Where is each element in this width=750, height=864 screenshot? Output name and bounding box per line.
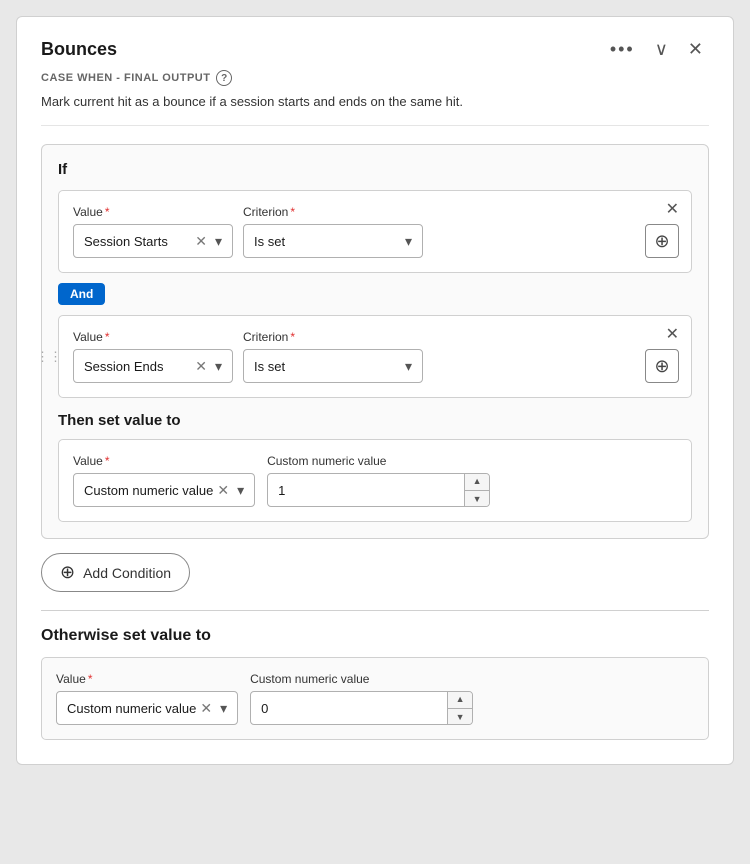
otherwise-row: Value* Custom numeric value ✕ ▾ Custom n… [41, 657, 709, 740]
panel-header: Bounces ••• ∨ ✕ [41, 37, 709, 62]
then-numeric-group: Custom numeric value ▲ ▼ [267, 454, 490, 507]
dots-icon: ••• [610, 39, 635, 60]
value-label-2: Value* [73, 330, 233, 344]
collapse-button[interactable]: ∨ [649, 37, 674, 62]
header-actions: ••• ∨ ✕ [604, 37, 709, 62]
then-numeric-wrapper: ▲ ▼ [267, 473, 490, 507]
then-value-group: Value* Custom numeric value ✕ ▾ [73, 454, 255, 507]
add-condition-button[interactable]: ⊕ Add Condition [41, 553, 190, 592]
close-icon: ✕ [666, 201, 679, 218]
condition-1-value-select[interactable]: Session Starts ✕ ▾ [73, 224, 233, 258]
if-label: If [58, 161, 692, 178]
close-icon: ✕ [688, 39, 703, 60]
panel-description: Mark current hit as a bounce if a sessio… [41, 94, 709, 126]
bounces-panel: Bounces ••• ∨ ✕ CASE WHEN - FINAL OUTPUT… [16, 16, 734, 765]
otherwise-fields: Value* Custom numeric value ✕ ▾ Custom n… [56, 672, 694, 725]
add-condition-plus-icon: ⊕ [60, 562, 75, 583]
otherwise-numeric-wrapper: ▲ ▼ [250, 691, 473, 725]
condition-1-criterion-arrow[interactable]: ▾ [401, 233, 416, 250]
otherwise-numeric-down[interactable]: ▼ [448, 709, 472, 726]
otherwise-label: Otherwise set value to [41, 627, 709, 645]
condition-2-criterion-select[interactable]: Is set ▾ [243, 349, 423, 383]
case-when-label: CASE WHEN - FINAL OUTPUT ? [41, 70, 709, 86]
condition-block: If ✕ Value* Session Starts ✕ ▾ [41, 144, 709, 539]
then-numeric-label: Custom numeric value [267, 454, 490, 468]
value-label-1: Value* [73, 205, 233, 219]
otherwise-numeric-controls: ▲ ▼ [447, 691, 472, 725]
condition-1-value-group: Value* Session Starts ✕ ▾ [73, 205, 233, 258]
otherwise-value-clear[interactable]: ✕ [196, 700, 216, 717]
otherwise-value-label: Value* [56, 672, 238, 686]
remove-condition-1-button[interactable]: ✕ [664, 199, 681, 219]
panel-title: Bounces [41, 39, 117, 60]
condition-2-value-clear[interactable]: ✕ [191, 358, 211, 375]
otherwise-numeric-up[interactable]: ▲ [448, 691, 472, 709]
condition-2-value-group: Value* Session Ends ✕ ▾ [73, 330, 233, 383]
then-fields: Value* Custom numeric value ✕ ▾ Custom n… [73, 454, 677, 507]
otherwise-value-arrow[interactable]: ▾ [216, 700, 231, 717]
condition-2-value-select[interactable]: Session Ends ✕ ▾ [73, 349, 233, 383]
criterion-label-2: Criterion* [243, 330, 423, 344]
condition-2-fields: ✕ Value* Session Ends ✕ ▾ Cri [58, 315, 692, 398]
condition-2-row: ⋮⋮ ✕ Value* Session Ends ✕ ▾ [58, 315, 692, 398]
divider [41, 610, 709, 611]
condition-2-add-button[interactable]: ⊕ [645, 349, 679, 383]
remove-condition-2-button[interactable]: ✕ [664, 324, 681, 344]
condition-1-fields: ✕ Value* Session Starts ✕ ▾ C [58, 190, 692, 273]
criterion-label-1: Criterion* [243, 205, 423, 219]
condition-1-criterion-select[interactable]: Is set ▾ [243, 224, 423, 258]
close-panel-button[interactable]: ✕ [682, 37, 709, 62]
otherwise-value-group: Value* Custom numeric value ✕ ▾ [56, 672, 238, 725]
condition-1-value-clear[interactable]: ✕ [191, 233, 211, 250]
plus-icon: ⊕ [654, 356, 669, 377]
then-numeric-input[interactable] [268, 483, 464, 498]
condition-1-row: ✕ Value* Session Starts ✕ ▾ C [58, 190, 692, 273]
otherwise-numeric-group: Custom numeric value ▲ ▼ [250, 672, 473, 725]
and-badge[interactable]: And [58, 283, 105, 305]
condition-2-criterion-arrow[interactable]: ▾ [401, 358, 416, 375]
close-icon: ✕ [666, 326, 679, 343]
condition-1-value-arrow[interactable]: ▾ [211, 233, 226, 250]
then-value-arrow[interactable]: ▾ [233, 482, 248, 499]
otherwise-value-select[interactable]: Custom numeric value ✕ ▾ [56, 691, 238, 725]
then-value-clear[interactable]: ✕ [213, 482, 233, 499]
more-options-button[interactable]: ••• [604, 37, 641, 62]
then-value-select[interactable]: Custom numeric value ✕ ▾ [73, 473, 255, 507]
condition-2-criterion-group: Criterion* Is set ▾ [243, 330, 423, 383]
otherwise-numeric-label: Custom numeric value [250, 672, 473, 686]
then-value-label: Value* [73, 454, 255, 468]
then-numeric-controls: ▲ ▼ [464, 473, 489, 507]
plus-icon: ⊕ [654, 231, 669, 252]
chevron-down-icon: ∨ [655, 39, 668, 60]
then-numeric-up[interactable]: ▲ [465, 473, 489, 491]
then-value-row: Value* Custom numeric value ✕ ▾ Custom n… [58, 439, 692, 522]
otherwise-numeric-input[interactable] [251, 701, 447, 716]
condition-2-value-arrow[interactable]: ▾ [211, 358, 226, 375]
then-set-label: Then set value to [58, 412, 692, 429]
help-icon[interactable]: ? [216, 70, 232, 86]
then-numeric-down[interactable]: ▼ [465, 491, 489, 508]
condition-1-add-button[interactable]: ⊕ [645, 224, 679, 258]
condition-1-criterion-group: Criterion* Is set ▾ [243, 205, 423, 258]
